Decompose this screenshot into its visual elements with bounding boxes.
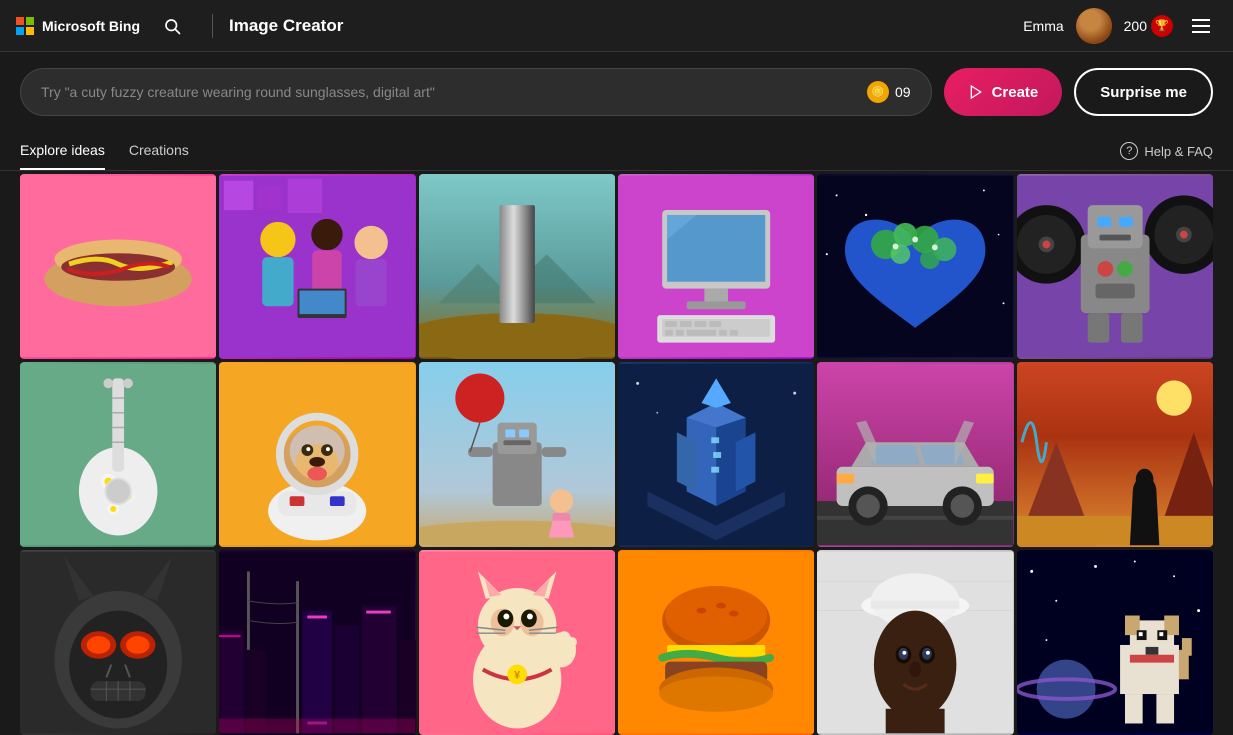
list-item[interactable] <box>817 174 1013 359</box>
search-button[interactable] <box>156 10 188 42</box>
header-divider <box>212 14 213 38</box>
surprise-button[interactable]: Surprise me <box>1074 68 1213 116</box>
create-icon <box>968 84 984 100</box>
help-faq-label: Help & FAQ <box>1144 144 1213 159</box>
menu-button[interactable] <box>1185 10 1217 42</box>
user-name: Emma <box>1023 18 1063 34</box>
help-faq-button[interactable]: ? Help & FAQ <box>1120 142 1213 160</box>
list-item[interactable] <box>20 362 216 547</box>
create-button[interactable]: Create <box>944 68 1063 116</box>
list-item[interactable] <box>20 550 216 735</box>
create-label: Create <box>992 84 1039 101</box>
search-input-wrapper[interactable]: Try "a cuty fuzzy creature wearing round… <box>20 68 932 116</box>
header: Microsoft Bing Image Creator Emma 200 🏆 <box>0 0 1233 52</box>
help-icon: ? <box>1120 142 1138 160</box>
coin-number: 200 <box>1124 18 1147 34</box>
list-item[interactable] <box>1017 550 1213 735</box>
coin-badge-count: 09 <box>895 84 911 100</box>
reward-icon: 🏆 <box>1151 15 1173 37</box>
list-item[interactable] <box>618 362 814 547</box>
list-item[interactable] <box>219 362 415 547</box>
list-item[interactable] <box>419 174 615 359</box>
list-item[interactable] <box>219 550 415 735</box>
bing-logo-text: Microsoft Bing <box>42 18 140 34</box>
microsoft-logo-icon <box>16 17 34 35</box>
search-input[interactable]: Try "a cuty fuzzy creature wearing round… <box>41 84 867 100</box>
surprise-label: Surprise me <box>1100 84 1187 101</box>
list-item[interactable] <box>1017 362 1213 547</box>
list-item[interactable] <box>20 174 216 359</box>
list-item[interactable] <box>618 174 814 359</box>
tab-creations-label: Creations <box>129 142 189 158</box>
list-item[interactable]: ¥ <box>419 550 615 735</box>
coin-badge: 🪙 09 <box>867 81 911 103</box>
coin-count: 200 🏆 <box>1124 15 1173 37</box>
header-right: Emma 200 🏆 <box>1023 8 1217 44</box>
page-title: Image Creator <box>229 16 1023 36</box>
svg-text:¥: ¥ <box>514 669 520 681</box>
image-grid: ¥ <box>0 171 1233 735</box>
list-item[interactable] <box>219 174 415 359</box>
tabs-container: Explore ideas Creations ? Help & FAQ <box>0 132 1233 171</box>
coin-badge-icon: 🪙 <box>867 81 889 103</box>
tab-creations[interactable]: Creations <box>129 132 189 170</box>
list-item[interactable] <box>817 550 1013 735</box>
list-item[interactable] <box>817 362 1013 547</box>
list-item[interactable] <box>618 550 814 735</box>
bing-logo[interactable]: Microsoft Bing <box>16 17 140 35</box>
tab-explore[interactable]: Explore ideas <box>20 132 105 170</box>
tab-explore-label: Explore ideas <box>20 142 105 158</box>
list-item[interactable] <box>419 362 615 547</box>
list-item[interactable] <box>1017 174 1213 359</box>
avatar[interactable] <box>1076 8 1112 44</box>
search-bar-container: Try "a cuty fuzzy creature wearing round… <box>0 52 1233 132</box>
